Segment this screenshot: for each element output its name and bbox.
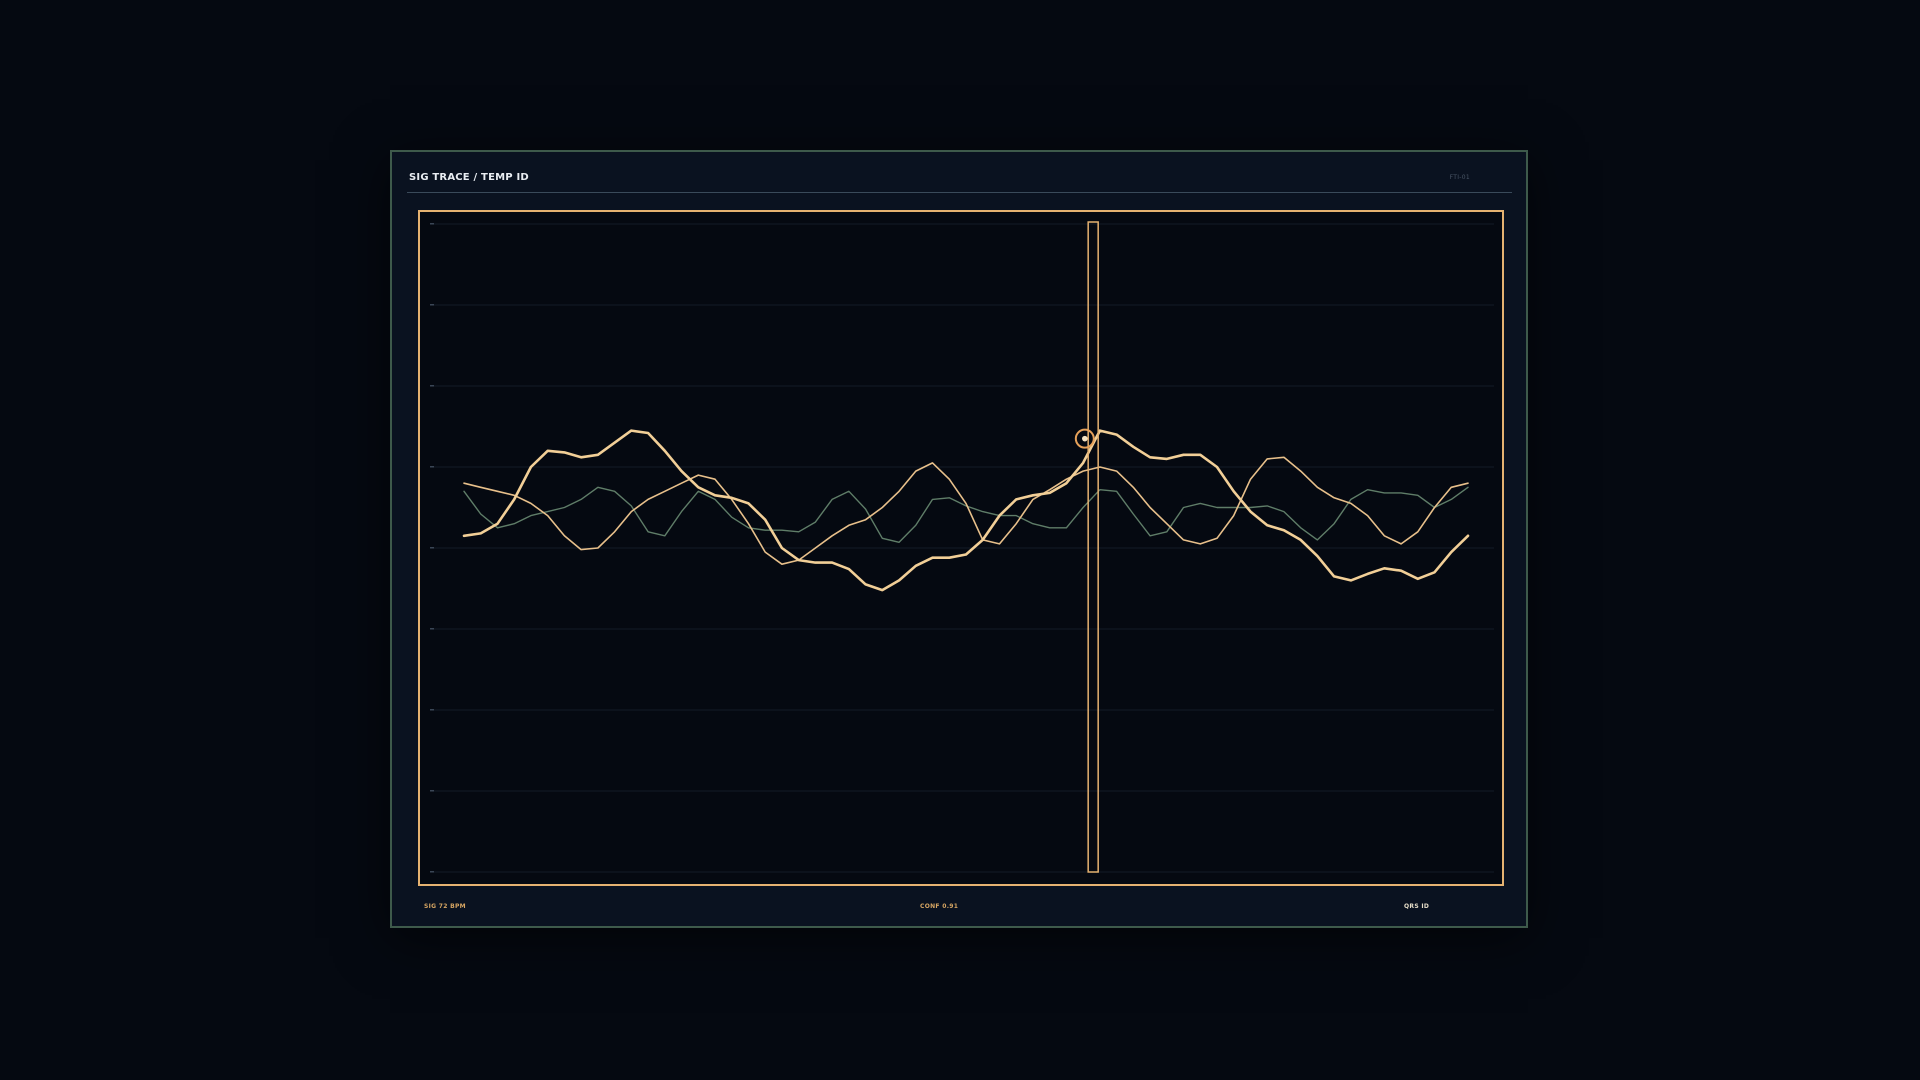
y-tick-mark — [430, 466, 434, 468]
y-tick-mark — [430, 223, 434, 225]
footer-qrs-label: QRS ID — [1404, 903, 1430, 910]
footer-confidence-readout: CONF 0.91 — [920, 903, 959, 910]
y-tick-mark — [430, 709, 434, 711]
trace-tertiary — [463, 486, 1469, 543]
selection-bar — [1087, 221, 1099, 873]
footer-signal-readout: SIG 72 BPM — [424, 903, 466, 910]
signal-panel: SIG TRACE / TEMP ID FTI-01 SIG 72 BPM CO… — [390, 150, 1528, 928]
panel-code: FTI-01 — [1449, 174, 1470, 181]
y-tick-mark — [430, 628, 434, 630]
marker-dot — [1082, 435, 1088, 442]
header-divider — [407, 192, 1512, 193]
y-tick-mark — [430, 547, 434, 549]
plot-area[interactable] — [418, 210, 1504, 886]
y-tick-mark — [430, 871, 434, 873]
trace-primary — [462, 429, 1470, 592]
y-tick-mark — [430, 304, 434, 306]
signal-chart[interactable] — [420, 212, 1502, 884]
y-tick-mark — [430, 385, 434, 387]
y-tick-mark — [430, 790, 434, 792]
panel-title: SIG TRACE / TEMP ID — [409, 172, 529, 183]
